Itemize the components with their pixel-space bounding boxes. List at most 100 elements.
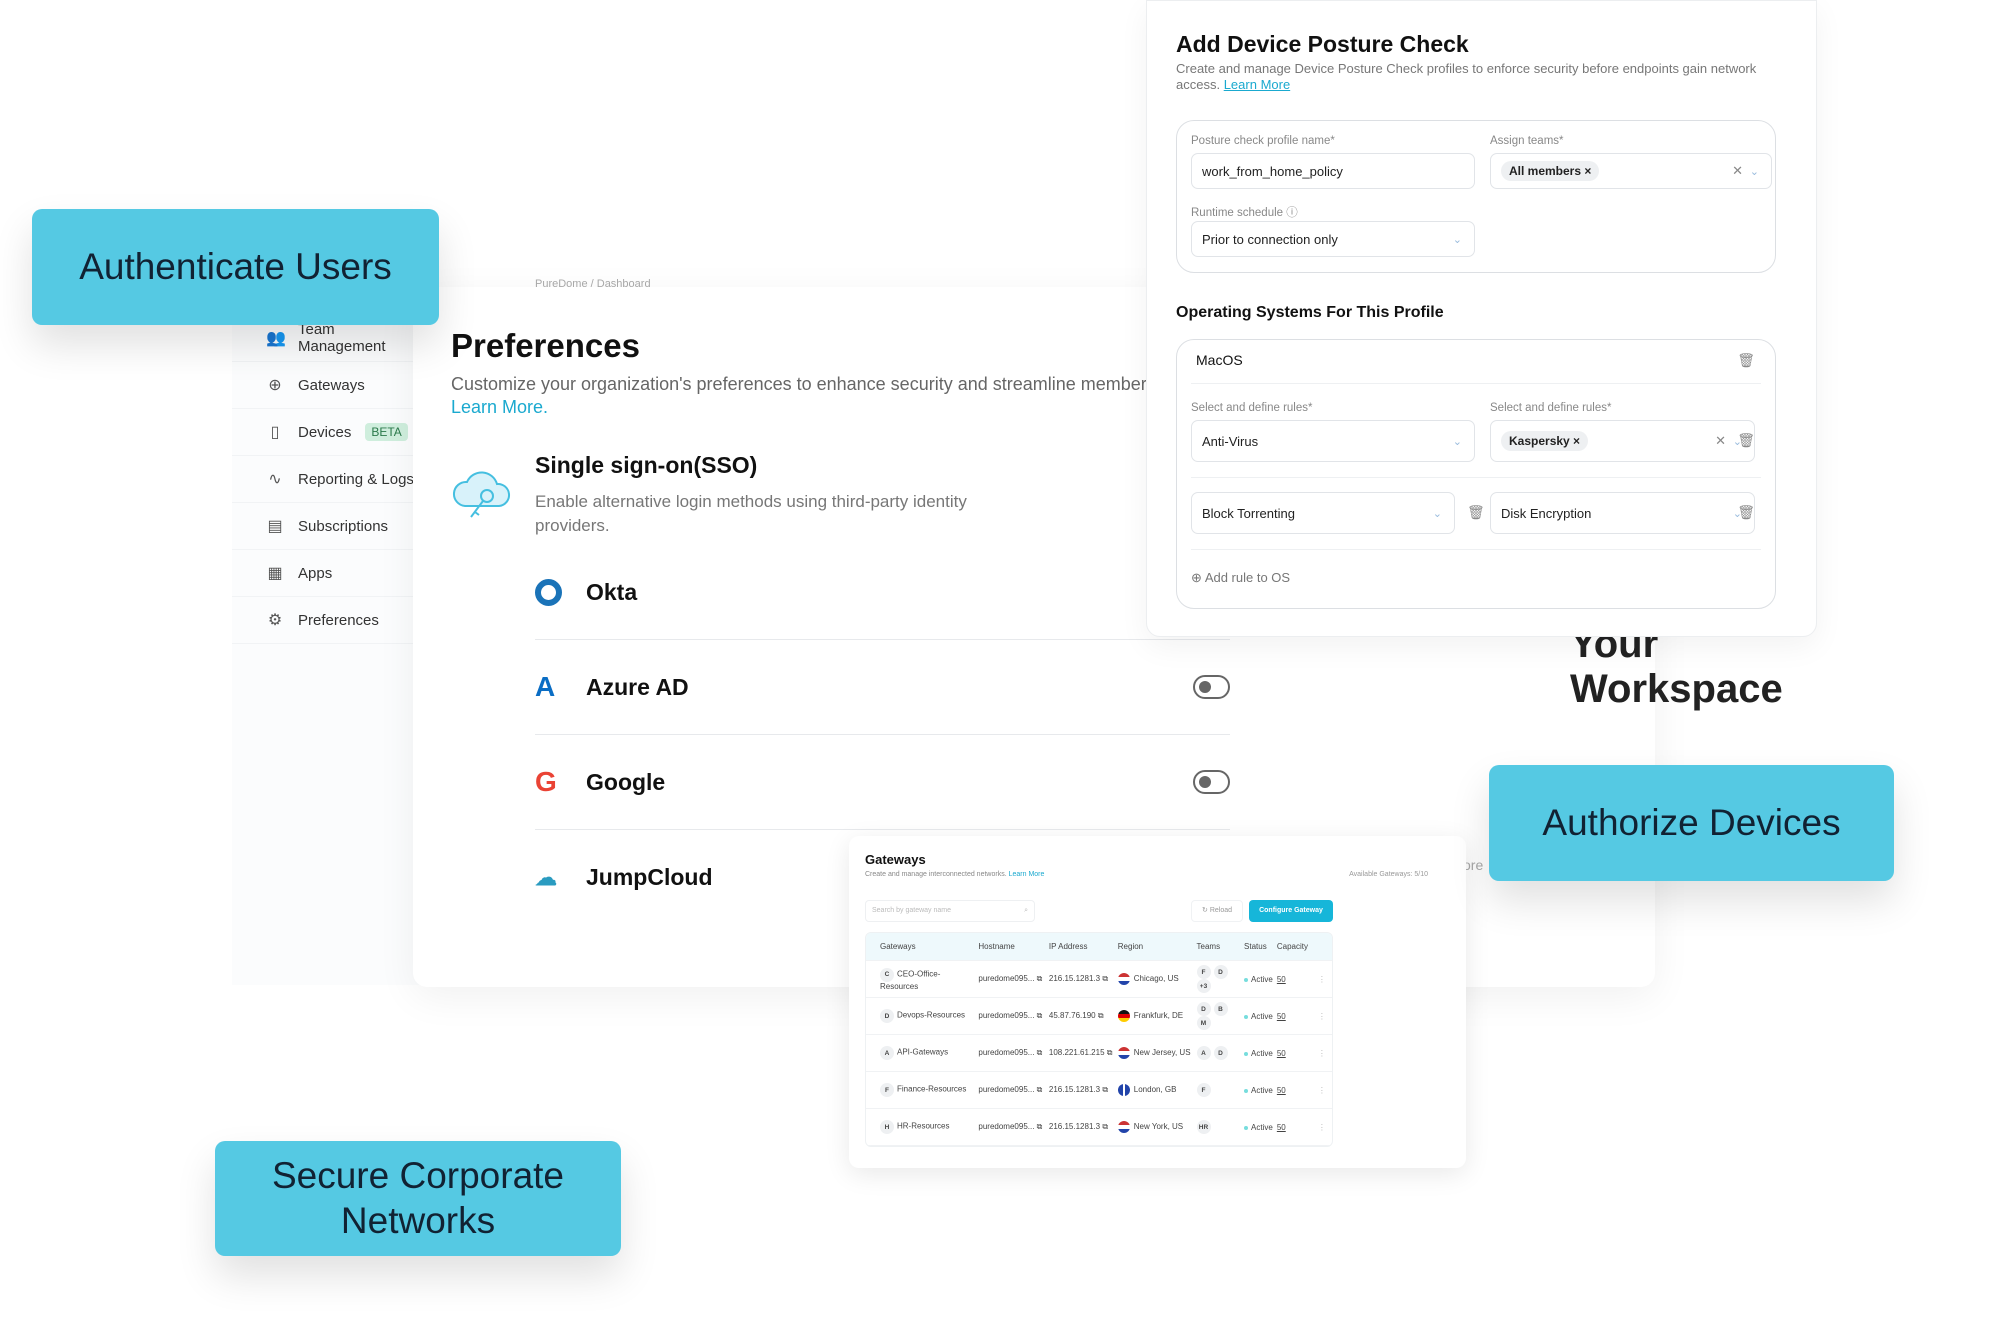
help-icon[interactable]: ⓘ (1286, 207, 1298, 219)
azure-toggle[interactable] (1193, 675, 1230, 699)
copy-icon[interactable]: ⧉ (1098, 1011, 1104, 1020)
copy-icon[interactable]: ⧉ (1102, 974, 1108, 983)
ip-address: 216.15.1281.3 ⧉ (1048, 1085, 1109, 1094)
search-icon: ⌕ (1024, 907, 1028, 914)
chevron-down-icon: ⌄ (1452, 435, 1462, 448)
copy-icon[interactable]: ⧉ (1107, 1048, 1113, 1057)
copy-icon[interactable]: ⧉ (1037, 974, 1043, 983)
region: New Jersey, US (1117, 1047, 1197, 1059)
sidebar-item-preferences[interactable]: ⚙ Preferences (232, 597, 422, 644)
more-icon[interactable]: ⋮ (1318, 1012, 1332, 1021)
learn-more-link[interactable]: Learn More. (451, 397, 548, 418)
gateways-table: Gateways Hostname IP Address Region Teams Sta… (865, 932, 1333, 1147)
add-rule-button[interactable]: ⊕ Add rule to OS (1191, 570, 1290, 586)
more-icon[interactable]: ⋮ (1318, 1049, 1332, 1058)
gateway-name: D Devops-Resources (880, 1009, 978, 1023)
sidebar-item-apps[interactable]: ▦ Apps (232, 550, 422, 597)
rule-select-antivirus[interactable]: Anti-Virus ⌄ (1191, 420, 1475, 462)
trash-icon[interactable]: 🗑 (1737, 504, 1755, 521)
rule-select-torrenting[interactable]: Block Torrenting ⌄ (1191, 492, 1455, 534)
provider-name: Azure AD (586, 673, 689, 700)
copy-icon[interactable]: ⧉ (1037, 1048, 1043, 1057)
sidebar-item-devices[interactable]: ▯ Devices BETA (232, 409, 422, 456)
copy-icon[interactable]: ⧉ (1037, 1011, 1043, 1020)
table-row[interactable]: C CEO-Office-Resources puredome095... ⧉ 2… (866, 961, 1332, 998)
globe-icon: ⊕ (268, 377, 282, 394)
trash-icon[interactable]: 🗑 (1737, 352, 1755, 369)
provider-okta[interactable]: Okta (535, 545, 1230, 640)
capacity[interactable]: 50 (1277, 975, 1318, 984)
copy-icon[interactable]: ⧉ (1037, 1122, 1043, 1131)
region: Frankfurk, DE (1117, 1010, 1197, 1022)
trash-icon[interactable]: 🗑 (1467, 504, 1485, 521)
clear-icon[interactable]: ✕ (1732, 163, 1743, 179)
rule-select-disk-encryption[interactable]: Disk Encryption ⌄ (1490, 492, 1755, 534)
learn-more-link[interactable]: Learn More (1224, 77, 1290, 92)
table-row[interactable]: A API-Gateways puredome095... ⧉ 108.221.6… (866, 1035, 1332, 1072)
copy-icon[interactable]: ⧉ (1102, 1122, 1108, 1131)
teams: D BM (1196, 1002, 1245, 1030)
capacity[interactable]: 50 (1277, 1012, 1318, 1021)
column-header: IP Address (1048, 942, 1088, 951)
receipt-icon: ▤ (267, 518, 283, 535)
flag-icon (1117, 1084, 1130, 1096)
table-row[interactable]: F Finance-Resources puredome095... ⧉ 216.… (866, 1072, 1332, 1109)
more-icon[interactable]: ⋮ (1318, 1086, 1332, 1095)
status: Active (1244, 1123, 1277, 1132)
chevron-down-icon[interactable]: ⌄ (1750, 165, 1759, 178)
google-toggle[interactable] (1193, 770, 1230, 794)
page-title: Preferences (451, 327, 640, 364)
sidebar-item-subscriptions[interactable]: ▤ Subscriptions (232, 503, 422, 550)
posture-title: Add Device Posture Check (1176, 31, 1469, 57)
gateway-search-input[interactable]: Search by gateway name ⌕ (865, 900, 1035, 922)
gateway-avatar: D (880, 1009, 894, 1023)
capacity[interactable]: 50 (1277, 1123, 1318, 1132)
table-row[interactable]: H HR-Resources puredome095... ⧉ 216.15.12… (866, 1109, 1332, 1146)
copy-icon[interactable]: ⧉ (1102, 1085, 1108, 1094)
learn-more-link[interactable]: Learn More (1009, 871, 1045, 878)
team-avatar: B (1213, 1002, 1228, 1016)
status: Active (1244, 1086, 1277, 1095)
rule-value-select[interactable]: Kaspersky × ✕ ⌄ (1490, 420, 1755, 462)
trash-icon[interactable]: 🗑 (1737, 432, 1755, 449)
teams: AD (1196, 1046, 1245, 1060)
sidebar-item-gateways[interactable]: ⊕ Gateways (232, 362, 422, 409)
activity-icon: ∿ (268, 471, 282, 488)
rule-chip[interactable]: Kaspersky × (1501, 431, 1589, 451)
runtime-select[interactable]: Prior to connection only ⌄ (1191, 221, 1475, 257)
reload-button[interactable]: ↻ Reload (1191, 900, 1243, 922)
clear-icon[interactable]: ✕ (1715, 433, 1726, 449)
status: Active (1244, 975, 1277, 984)
more-icon[interactable]: ⋮ (1318, 1123, 1332, 1132)
capacity[interactable]: 50 (1277, 1049, 1318, 1058)
copy-icon[interactable]: ⧉ (1037, 1085, 1043, 1094)
assign-teams-select[interactable]: All members × ✕ ⌄ (1490, 153, 1772, 189)
gear-icon: ⚙ (267, 612, 283, 629)
team-avatar: D (1213, 1046, 1228, 1060)
google-icon: G (535, 766, 557, 797)
secure-networks-badge: Secure Corporate Networks (215, 1141, 621, 1256)
configure-gateway-button[interactable]: Configure Gateway (1249, 900, 1333, 922)
team-avatar: +3 (1196, 979, 1211, 993)
runtime-value: Prior to connection only (1202, 231, 1338, 247)
provider-google[interactable]: G Google (535, 735, 1230, 830)
provider-azure-ad[interactable]: A Azure AD (535, 640, 1230, 735)
team-chip[interactable]: All members × (1501, 161, 1600, 181)
column-header: Status (1244, 942, 1267, 951)
flag-icon (1117, 1121, 1130, 1133)
device-posture-panel: Add Device Posture Check Create and mana… (1146, 0, 1817, 637)
profile-form: Posture check profile name* work_from_ho… (1176, 120, 1776, 273)
profile-name-input[interactable]: work_from_home_policy (1191, 153, 1475, 189)
authorize-devices-badge: Authorize Devices (1489, 765, 1894, 881)
os-name: MacOS (1196, 352, 1243, 368)
table-row[interactable]: D Devops-Resources puredome095... ⧉ 45.87… (866, 998, 1332, 1035)
more-icon[interactable]: ⋮ (1318, 975, 1332, 984)
capacity[interactable]: 50 (1277, 1086, 1318, 1095)
provider-name: Okta (586, 578, 638, 605)
provider-jumpcloud[interactable]: ☁ JumpCloud (535, 830, 835, 925)
hostname: puredome095... ⧉ (978, 1048, 1043, 1057)
ip-address: 216.15.1281.3 ⧉ (1048, 1122, 1109, 1131)
ip-address: 216.15.1281.3 ⧉ (1048, 974, 1109, 983)
flag-icon (1117, 1047, 1130, 1059)
sidebar-item-reporting[interactable]: ∿ Reporting & Logs (232, 456, 422, 503)
